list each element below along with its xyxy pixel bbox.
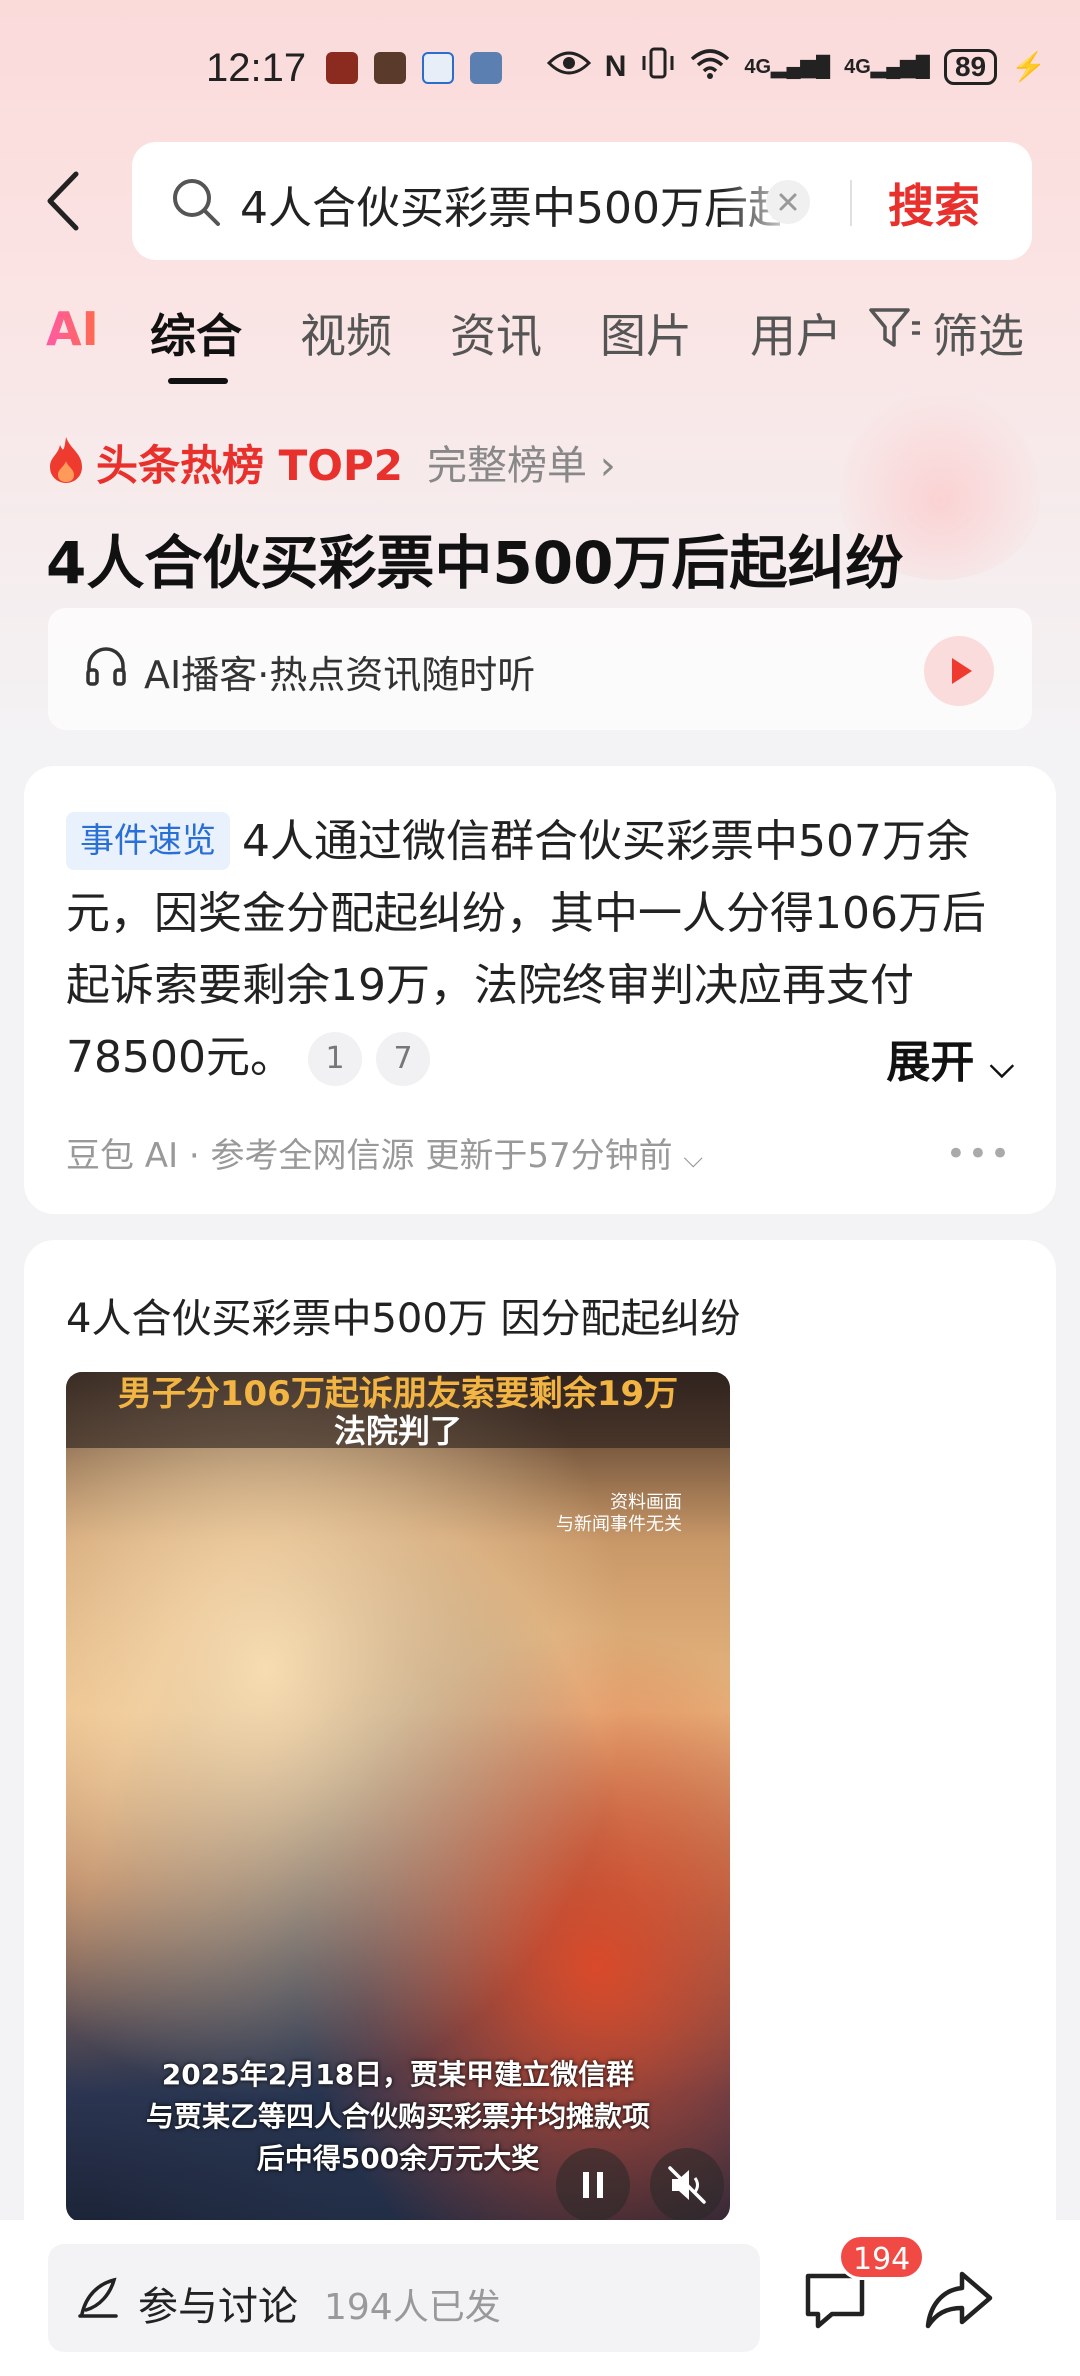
signal-4g-icon: 4G▂▄▆█: [844, 56, 930, 78]
tab-news[interactable]: 资讯: [450, 300, 542, 366]
status-time: 12:17: [206, 46, 307, 90]
chevron-right-icon: ›: [599, 443, 616, 489]
tab-comprehensive[interactable]: 综合: [150, 300, 242, 366]
charging-icon: ⚡: [1011, 51, 1046, 82]
vibrate-icon: [640, 46, 676, 87]
tab-video[interactable]: 视频: [300, 300, 392, 366]
battery-indicator: 89: [943, 48, 998, 85]
search-button[interactable]: 搜索: [888, 170, 980, 236]
share-icon: [920, 2271, 1000, 2344]
page-title: 4人合伙买彩票中500万后起纠纷: [46, 529, 904, 597]
video-subtitle: 2025年2月18日，贾某甲建立微信群 与贾某乙等四人合伙购买彩票并均摊款项 后…: [145, 2058, 650, 2175]
discuss-label: 参与讨论: [138, 2284, 298, 2330]
fire-icon: [46, 435, 86, 489]
chevron-down-icon: ⌵: [683, 1144, 704, 1174]
share-button[interactable]: [920, 2260, 1000, 2340]
event-summary-card[interactable]: 事件速览 4人通过微信群合伙买彩票中507万余元，因奖金分配起纠纷，其中一人分得1…: [24, 766, 1056, 1214]
summary-meta[interactable]: 豆包 AI · 参考全网信源 更新于57分钟前 ⌵: [66, 1128, 703, 1177]
more-icon[interactable]: •••: [946, 1134, 1012, 1174]
event-summary: 事件速览 4人通过微信群合伙买彩票中507万余元，因奖金分配起纠纷，其中一人分得1…: [66, 806, 1016, 1094]
search-icon: [170, 176, 222, 232]
filter-icon: [868, 305, 922, 362]
app-notification-icon: [470, 52, 502, 84]
app-notification-icon: [422, 52, 454, 84]
notification-icons: [326, 52, 502, 84]
app-notification-icon: [374, 52, 406, 84]
video-caption-mid: 法院判了: [333, 1412, 462, 1450]
news-video-card[interactable]: 4人合伙买彩票中500万 因分配起纠纷 男子分106万起诉朋友索要剩余19万 法…: [24, 1240, 1056, 2376]
video-player[interactable]: 男子分106万起诉朋友索要剩余19万 法院判了 资料画面 与新闻事件无关 202…: [66, 1372, 730, 2222]
reference-badge[interactable]: 7: [375, 1032, 430, 1086]
nfc-icon: N: [604, 49, 627, 83]
active-tab-indicator: [168, 378, 228, 384]
search-input[interactable]: 4人合伙买彩票中500万后起纠纷: [240, 172, 780, 236]
filter-button[interactable]: 筛选: [868, 300, 1024, 366]
signal-4g-icon: 4G▂▄▆█: [744, 56, 831, 78]
ai-podcast-bar[interactable]: AI播客·热点资讯随时听: [48, 608, 1032, 730]
tab-ai[interactable]: AI: [46, 302, 99, 356]
news-title[interactable]: 4人合伙买彩票中500万 因分配起纠纷: [66, 1286, 741, 1344]
headphones-icon: [84, 644, 128, 692]
app-notification-icon: [326, 52, 358, 84]
mute-button[interactable]: [650, 2148, 724, 2222]
reference-badge[interactable]: 1: [307, 1032, 362, 1086]
podcast-label: AI播客·热点资讯随时听: [144, 653, 536, 697]
filter-label: 筛选: [932, 309, 1024, 363]
search-bar[interactable]: 4人合伙买彩票中500万后起纠纷 搜索: [132, 142, 1032, 260]
discuss-count: 194人已发: [324, 2287, 501, 2328]
hot-rank-row[interactable]: 头条热榜 TOP2 完整榜单 ›: [46, 432, 616, 492]
hot-rank-label: 头条热榜 TOP2: [96, 440, 403, 490]
comment-icon: [796, 2273, 876, 2344]
event-tag: 事件速览: [66, 812, 230, 870]
video-disclaimer: 资料画面 与新闻事件无关: [556, 1492, 682, 1535]
full-list-link[interactable]: 完整榜单 ›: [427, 433, 616, 491]
status-bar: 12:17 N 4G▂▄▆█ 4G▂▄▆█ 89 ⚡: [0, 0, 1080, 140]
eye-icon: [546, 48, 591, 85]
divider: [850, 180, 852, 226]
expand-button[interactable]: 展开 ⌵: [886, 1026, 1014, 1090]
discuss-input[interactable]: 参与讨论 194人已发: [48, 2244, 760, 2352]
status-indicators: N 4G▂▄▆█ 4G▂▄▆█ 89 ⚡: [546, 46, 1046, 87]
tab-images[interactable]: 图片: [600, 300, 692, 366]
pen-icon: [76, 2276, 120, 2324]
play-icon: [924, 658, 994, 710]
play-button[interactable]: [924, 636, 994, 706]
tab-users[interactable]: 用户: [750, 300, 842, 366]
wifi-icon: [690, 47, 730, 86]
bottom-bar: 参与讨论 194人已发 194: [0, 2220, 1080, 2376]
chevron-down-icon: ⌵: [989, 1047, 1014, 1085]
comment-count-badge: 194: [838, 2234, 926, 2280]
search-tabs: AI 综合 视频 资讯 图片 用户 筛选: [0, 290, 1080, 390]
pause-button[interactable]: [556, 2148, 630, 2222]
back-button[interactable]: [40, 166, 90, 236]
clear-icon[interactable]: [766, 180, 810, 224]
